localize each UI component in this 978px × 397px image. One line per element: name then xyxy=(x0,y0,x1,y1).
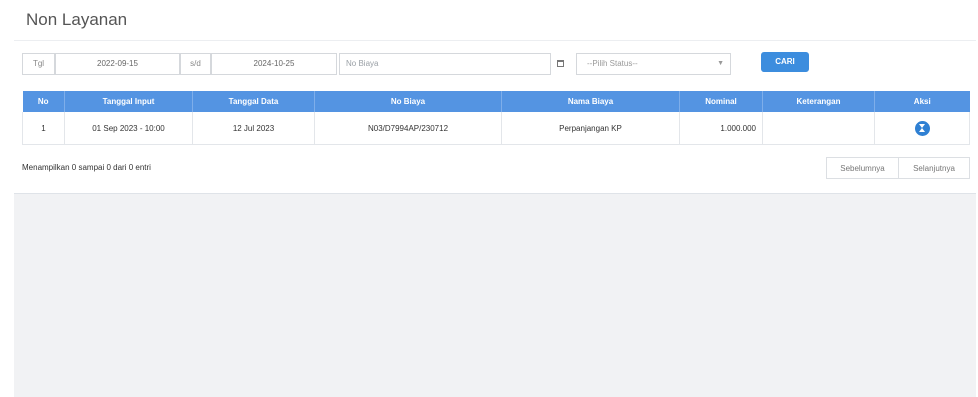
search-button[interactable]: CARI xyxy=(761,52,809,72)
cell-nominal: 1.000.000 xyxy=(679,112,763,145)
table-header-row: No Tanggal Input Tanggal Data No Biaya N… xyxy=(22,91,970,112)
cell-tanggal-input: 01 Sep 2023 - 10:00 xyxy=(64,112,193,145)
header-aksi: Aksi xyxy=(874,91,970,112)
chevron-down-icon: ▼ xyxy=(717,60,724,67)
previous-page-button[interactable]: Sebelumnya xyxy=(826,157,899,179)
header-tanggal-data[interactable]: Tanggal Data xyxy=(192,91,315,112)
header-no[interactable]: No xyxy=(22,91,65,112)
tgl-label: Tgl xyxy=(22,53,55,75)
cell-aksi xyxy=(874,112,970,145)
header-no-biaya[interactable]: No Biaya xyxy=(314,91,502,112)
cell-no-biaya: N03/D7994AP/230712 xyxy=(314,112,502,145)
header-nominal[interactable]: Nominal xyxy=(679,91,763,112)
empty-background-area xyxy=(14,194,976,397)
hourglass-icon[interactable] xyxy=(914,120,930,136)
status-select-value: --Pilih Status-- xyxy=(587,59,638,68)
calendar-icon xyxy=(556,59,564,67)
data-table: No Tanggal Input Tanggal Data No Biaya N… xyxy=(22,91,970,145)
pagination: Sebelumnya Selanjutnya xyxy=(826,157,970,179)
page-title: Non Layanan xyxy=(26,10,128,29)
title-divider xyxy=(14,40,976,41)
cell-tanggal-data: 12 Jul 2023 xyxy=(192,112,315,145)
header-tanggal-input[interactable]: Tanggal Input xyxy=(64,91,193,112)
table-info: Menampilkan 0 sampai 0 dari 0 entri xyxy=(22,163,151,172)
date-from-input[interactable]: 2022-09-15 xyxy=(55,53,180,75)
table-row: 1 01 Sep 2023 - 10:00 12 Jul 2023 N03/D7… xyxy=(22,112,970,145)
status-select[interactable]: --Pilih Status-- ▼ xyxy=(576,53,731,75)
hourglass-bottom-shape xyxy=(918,127,925,132)
next-page-button[interactable]: Selanjutnya xyxy=(898,157,970,179)
header-nama-biaya[interactable]: Nama Biaya xyxy=(501,91,680,112)
cell-keterangan xyxy=(762,112,875,145)
calendar-button[interactable] xyxy=(552,53,568,73)
sd-label: s/d xyxy=(180,53,211,75)
no-biaya-input[interactable]: No Biaya xyxy=(339,53,551,75)
header-keterangan[interactable]: Keterangan xyxy=(762,91,875,112)
cell-nama-biaya: Perpanjangan KP xyxy=(501,112,680,145)
cell-no: 1 xyxy=(22,112,65,145)
date-to-input[interactable]: 2024-10-25 xyxy=(211,53,337,75)
